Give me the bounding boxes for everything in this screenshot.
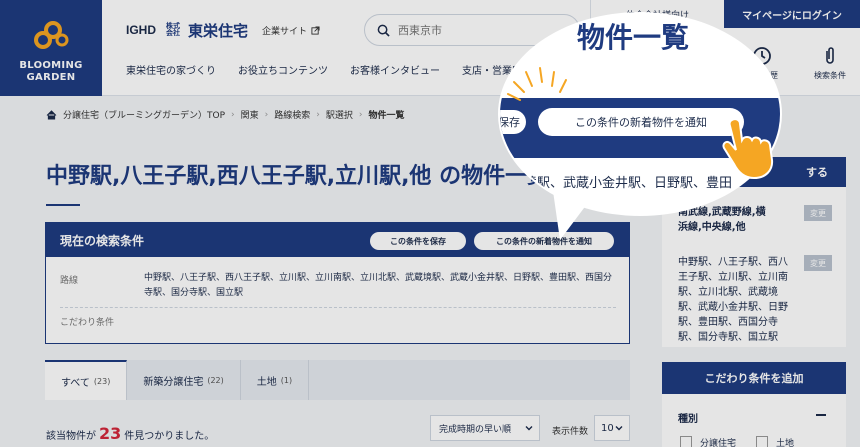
tab-all-label: すべて [61,377,90,389]
sort-select-value: 完成時期の早い順 [439,424,512,435]
search-input[interactable] [398,23,558,37]
group-logos: IGHD 株式会社 東栄住宅 企業サイト [126,20,320,40]
nav-item-interview[interactable]: お客様インタビュー [350,62,440,77]
corporate-site-label: 企業サイト [262,26,308,37]
nav-item-house-building[interactable]: 東栄住宅の家づくり [126,62,216,77]
chevron-right-icon: › [231,109,235,120]
blooming-logo-icon [34,21,69,49]
callout-stations: 境駅、武蔵小金井駅、日野駅、豊田 [524,176,733,191]
sidebar-stations: 中野駅、八王子駅、西八 王子駅、立川駅、立川南 駅、立川北駅、武蔵境 駅、武蔵小… [678,257,788,343]
change-stations-button[interactable]: 変更 [804,255,832,271]
tab-land-label: 土地 [256,376,277,388]
brand-logo[interactable]: BLOOMING GARDEN [0,0,102,96]
per-page-value: 10 [601,422,614,434]
kind-houses-label: 分譲住宅 [700,439,737,447]
current-search-conditions: 現在の検索条件 この条件を保存 この条件の新着物件を通知 路線 中野駅、八王子駅… [45,222,630,344]
ighd-logo[interactable]: IGHD [126,23,156,37]
result-count-suffix: 件見つかりました。 [124,431,215,442]
tab-new-houses-count: (22) [207,375,224,385]
tab-land-count: (1) [280,375,293,385]
tab-all-count: (23) [93,376,111,386]
result-count-number: 23 [99,424,122,443]
breadcrumb-route-search[interactable]: 路線検索 [274,108,310,121]
route-value: 中野駅、八王子駅、西八王子駅、立川駅、立川南駅、立川北駅、武蔵境駅、武蔵小金井駅… [144,273,613,298]
kind-checkbox-houses[interactable] [680,436,692,447]
brand-name: BLOOMING GARDEN [19,60,83,83]
breadcrumb-current: 物件一覧 [368,111,405,121]
breadcrumb-station-select[interactable]: 駅選択 [326,108,353,121]
breadcrumb-top[interactable]: 分譲住宅（ブルーミングガーデン）TOP [63,108,225,121]
breadcrumb-kanto[interactable]: 関東 [241,108,259,121]
chevron-down-icon [525,426,533,431]
paperclip-icon [826,47,834,64]
highlight-rays-icon [507,67,567,101]
divider [60,307,616,308]
callout-zoom: 物件一覧 保存 この条件の新着物件を通知 境駅、武蔵小金井駅、日野駅、豊田 [500,14,780,214]
chevron-down-icon [615,426,623,431]
conditions-header: 現在の検索条件 この条件を保存 この条件の新着物件を通知 [46,223,629,257]
add-kodawari-header[interactable]: こだわり条件を追加 [662,362,846,394]
search-icon [377,24,390,37]
route-label: 路線 [60,276,79,286]
kind-checkbox-land[interactable] [756,436,768,447]
sort-select[interactable]: 完成時期の早い順 [430,415,540,441]
chevron-right-icon: › [316,109,320,120]
kodawari-panel: 種別 分譲住宅 土地 [662,394,846,447]
kind-label: 種別 [678,414,698,425]
tokyo-logo-prefix: 株式会社 [166,22,180,37]
saved-search-label: 検索条件 [814,71,846,80]
home-icon [46,109,57,120]
notify-new-listings-button[interactable]: この条件の新着物件を通知 [474,232,614,250]
result-count-prefix: 該当物件が [46,431,96,442]
change-lines-button[interactable]: 変更 [804,205,832,221]
main-nav: 東栄住宅の家づくり お役立ちコンテンツ お客様インタビュー 支店・営業所 [126,62,522,77]
saved-search-button[interactable]: 検索条件 [805,46,855,81]
nav-item-useful-contents[interactable]: お役立ちコンテンツ [238,62,328,77]
title-underline [46,204,80,206]
per-page-select[interactable]: 10 [594,415,630,441]
sidebar-lines: 南武線,武蔵野線,横 浜線,中央線,他 [678,207,766,233]
conditions-title: 現在の検索条件 [60,233,145,248]
pointing-hand-icon [722,118,774,180]
chevron-right-icon: › [264,109,269,120]
tab-new-houses[interactable]: 新築分譲住宅 (22) [127,360,241,400]
external-link-icon [311,25,320,35]
chevron-right-icon: › [358,109,363,120]
corporate-site-link[interactable]: 企業サイト [262,24,320,37]
result-tabs: すべて (23) 新築分譲住宅 (22) 土地 (1) [45,360,630,400]
tokyo-eijyu-logo[interactable]: 東栄住宅 [188,20,248,41]
kind-land-label: 土地 [776,439,795,447]
mypage-login-button[interactable]: マイページにログイン [724,0,860,28]
tab-new-houses-label: 新築分譲住宅 [143,376,204,388]
save-condition-button[interactable]: この条件を保存 [370,232,466,250]
breadcrumb: 分譲住宅（ブルーミングガーデン）TOP › 関東 › 路線検索 › 駅選択 › … [46,108,405,121]
callout-title: 物件一覧 [577,21,690,54]
per-page-label: 表示件数 [552,427,589,437]
tab-land[interactable]: 土地 (1) [241,360,310,400]
result-count: 該当物件が 23 件見つかりました。 [46,424,214,443]
tab-all[interactable]: すべて (23) [45,360,128,400]
kodawari-label: こだわり条件 [60,318,115,328]
collapse-minus-icon[interactable] [816,414,826,416]
sidebar-search-panel: 南武線,武蔵野線,横 浜線,中央線,他 変更 中野駅、八王子駅、西八 王子駅、立… [662,187,846,347]
